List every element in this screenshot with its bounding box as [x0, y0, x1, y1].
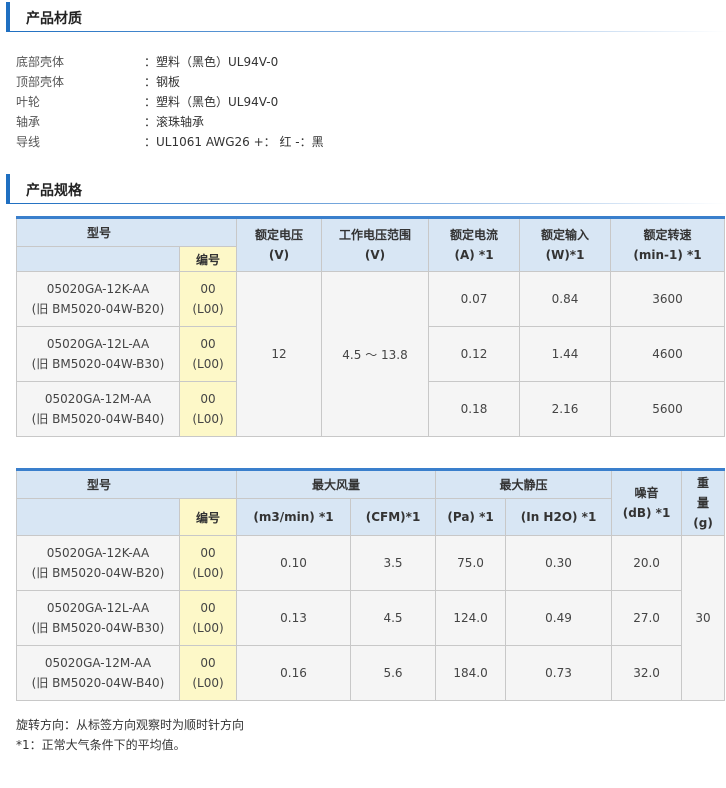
table-row: 05020GA-12K-AA (旧 BM5020-04W-B20) 00 (L00)…: [16, 271, 726, 437]
model-cell: 05020GA-12K-AA (旧 BM5020-04W-B20): [16, 535, 180, 591]
spec-table-performance: 型号 最大风量 最大静压 噪音 (dB) *1 重量 (g) 编号 (m3/min)…: [15, 468, 726, 701]
input-cell: 2.16: [519, 381, 612, 437]
table-row: 05020GA-12K-AA (旧 BM5020-04W-B20) 00 (L00)…: [16, 535, 726, 701]
materials-list: 底部壳体 ：塑料（黑色）UL94V-0 顶部壳体 ：钢板 叶轮 ：塑料（黑色）UL94…: [16, 52, 726, 152]
header-code: 编号: [178, 246, 238, 272]
header-airflow-cfm: (CFM)*1: [350, 498, 437, 536]
code-cell: 00 (L00): [178, 535, 238, 591]
header-pressure-inh2o: (In H2O) *1: [505, 498, 613, 536]
pressure-inh2o-cell: 0.49: [505, 590, 613, 646]
rotation-note: 旋转方向：从标签方向观察时为顺时针方向: [16, 718, 245, 732]
model-cell: 05020GA-12K-AA (旧 BM5020-04W-B20): [16, 271, 180, 327]
noise-cell: 20.0: [611, 535, 683, 591]
header-noise: 噪音 (dB) *1: [611, 468, 683, 536]
header-airflow-m3: (m3/min) *1: [236, 498, 352, 536]
material-row: 导线 ：UL1061 AWG26 +： 红 -：黑: [16, 135, 324, 149]
header-pressure-pa: (Pa) *1: [435, 498, 507, 536]
model-cell: 05020GA-12M-AA (旧 BM5020-04W-B40): [16, 645, 180, 701]
material-row: 叶轮 ：塑料（黑色）UL94V-0: [16, 95, 279, 109]
input-cell: 0.84: [519, 271, 612, 327]
materials-section: 产品材质 底部壳体 ：塑料（黑色）UL94V-0 顶部壳体 ：钢板 叶轮 ：塑料（黑色…: [0, 0, 726, 152]
airflow-cfm-cell: 5.6: [350, 645, 437, 701]
header-voltage-range: 工作电压范围 (V): [321, 216, 430, 272]
model-cell: 05020GA-12M-AA (旧 BM5020-04W-B40): [16, 381, 180, 437]
spec-table-electrical: 型号 额定电压 (V) 工作电压范围 (V) 额定电流 (A) *1 额定输入 (W)*…: [15, 216, 726, 437]
header-max-pressure: 最大静压: [435, 468, 613, 499]
current-cell: 0.18: [428, 381, 521, 437]
header-weight: 重量 (g): [681, 468, 726, 536]
header-rated-speed: 额定转速 (min-1) *1: [610, 216, 726, 272]
code-cell: 00 (L00): [178, 381, 238, 437]
pressure-pa-cell: 184.0: [435, 645, 507, 701]
speed-cell: 5600: [610, 381, 726, 437]
weight-cell: 30: [681, 535, 726, 701]
notes: 旋转方向：从标签方向观察时为顺时针方向 *1：正常大气条件下的平均值。: [16, 715, 726, 755]
model-cell: 05020GA-12L-AA (旧 BM5020-04W-B30): [16, 326, 180, 382]
code-cell: 00 (L00): [178, 645, 238, 701]
header-rated-current: 额定电流 (A) *1: [428, 216, 521, 272]
noise-cell: 32.0: [611, 645, 683, 701]
pressure-pa-cell: 124.0: [435, 590, 507, 646]
material-row: 底部壳体 ：塑料（黑色）UL94V-0: [16, 55, 279, 69]
spec-section-title: 产品规格: [6, 174, 726, 204]
code-cell: 00 (L00): [178, 590, 238, 646]
airflow-m3-cell: 0.10: [236, 535, 352, 591]
table-row: 05020GA-12M-AA (旧 BM5020-04W-B40) 00 (L00)…: [16, 645, 725, 701]
airflow-cfm-cell: 4.5: [350, 590, 437, 646]
table-row: 05020GA-12L-AA (旧 BM5020-04W-B30) 00 (L00)…: [16, 590, 725, 646]
spec-section: 产品规格: [0, 174, 726, 204]
airflow-m3-cell: 0.16: [236, 645, 352, 701]
footnote: *1：正常大气条件下的平均值。: [16, 738, 186, 752]
speed-cell: 3600: [610, 271, 726, 327]
code-cell: 00 (L00): [178, 271, 238, 327]
header-model: 型号: [15, 468, 238, 499]
input-cell: 1.44: [519, 326, 612, 382]
materials-section-title: 产品材质: [6, 2, 726, 32]
material-row: 轴承 ：滚珠轴承: [16, 115, 205, 129]
current-cell: 0.12: [428, 326, 521, 382]
material-row: 顶部壳体 ：钢板: [16, 75, 181, 89]
airflow-m3-cell: 0.13: [236, 590, 352, 646]
voltage-range-cell: 4.5 ～ 13.8: [321, 271, 430, 437]
pressure-pa-cell: 75.0: [435, 535, 507, 591]
header-rated-voltage: 额定电压 (V): [236, 216, 323, 272]
header-code: 编号: [178, 498, 238, 536]
header-rated-input: 额定输入 (W)*1: [519, 216, 612, 272]
header-model: 型号: [15, 216, 238, 247]
pressure-inh2o-cell: 0.73: [505, 645, 613, 701]
pressure-inh2o-cell: 0.30: [505, 535, 613, 591]
current-cell: 0.07: [428, 271, 521, 327]
rated-voltage-cell: 12: [236, 271, 323, 437]
model-cell: 05020GA-12L-AA (旧 BM5020-04W-B30): [16, 590, 180, 646]
code-cell: 00 (L00): [178, 326, 238, 382]
airflow-cfm-cell: 3.5: [350, 535, 437, 591]
noise-cell: 27.0: [611, 590, 683, 646]
speed-cell: 4600: [610, 326, 726, 382]
header-max-airflow: 最大风量: [236, 468, 437, 499]
